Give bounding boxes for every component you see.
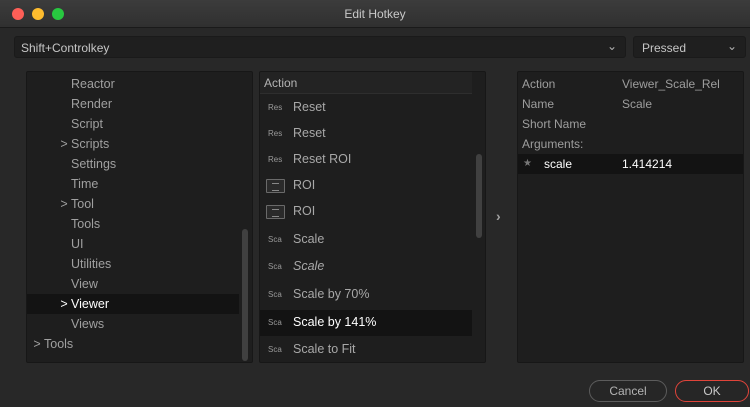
detail-key: Short Name bbox=[522, 117, 587, 131]
tree-item-label: Tool bbox=[71, 197, 94, 211]
cancel-button[interactable]: Cancel bbox=[589, 380, 667, 402]
category-tree: Reactor Render Script > Scripts Settings… bbox=[26, 71, 253, 363]
tree-item-views[interactable]: Views bbox=[27, 314, 239, 334]
tree-item-label: Render bbox=[71, 97, 112, 111]
tree-item-tools-group[interactable]: > Tools bbox=[27, 334, 239, 354]
action-label: Reset ROI bbox=[293, 152, 352, 166]
tree-item-label: Utilities bbox=[71, 257, 112, 271]
action-row[interactable]: Sca Scale by 70% bbox=[260, 282, 472, 308]
action-label: ROI bbox=[293, 178, 316, 192]
detail-key: Action bbox=[522, 77, 556, 91]
action-row[interactable]: Sca Scale by 141% bbox=[260, 310, 472, 336]
trigger-mode-value: Pressed bbox=[642, 41, 687, 55]
action-details: Action Viewer_Scale_Rel Name Scale Short… bbox=[517, 71, 744, 363]
action-label: ROI bbox=[293, 204, 316, 218]
tree-item-label: Tools bbox=[44, 337, 74, 351]
action-prefix: Sca bbox=[268, 318, 282, 327]
tree-item-label: Views bbox=[71, 317, 105, 331]
action-list: Action Res Reset Res Reset Res Reset ROI… bbox=[259, 71, 486, 363]
tree-item-utilities[interactable]: Utilities bbox=[27, 254, 239, 274]
chevron-down-icon: ⌄ bbox=[726, 39, 737, 53]
chevron-down-icon[interactable]: ⌄ bbox=[607, 39, 617, 53]
action-row[interactable]: Sca Scale bbox=[260, 254, 472, 280]
action-row[interactable]: Sca Scale to Fit bbox=[260, 337, 472, 362]
action-label: Scale bbox=[293, 232, 325, 246]
tree-item-label: View bbox=[71, 277, 98, 291]
chevron-right-icon[interactable]: › bbox=[496, 208, 501, 224]
trigger-mode-select[interactable]: Pressed ⌄ bbox=[633, 36, 746, 58]
expand-icon[interactable]: > bbox=[30, 334, 44, 354]
action-prefix: Res bbox=[268, 103, 283, 112]
action-label: Scale to Fit bbox=[293, 342, 356, 356]
expand-icon[interactable]: > bbox=[57, 194, 71, 214]
action-label: Reset bbox=[293, 100, 326, 114]
tree-item-view[interactable]: View bbox=[27, 274, 239, 294]
tree-item-label: Time bbox=[71, 177, 99, 191]
detail-arguments: Arguments: bbox=[518, 134, 743, 154]
tree-item-settings[interactable]: Settings bbox=[27, 154, 239, 174]
tree-item-scripts[interactable]: > Scripts bbox=[27, 134, 239, 154]
hotkey-field[interactable]: Shift+Controlkey ⌄ bbox=[14, 36, 626, 58]
tree-item-tool[interactable]: > Tool bbox=[27, 194, 239, 214]
argument-name: scale bbox=[544, 157, 573, 171]
action-label: Scale by 70% bbox=[293, 287, 370, 301]
expand-icon[interactable]: > bbox=[57, 134, 71, 154]
action-row[interactable]: Res Reset ROI bbox=[260, 147, 472, 173]
expand-icon[interactable]: > bbox=[57, 294, 71, 314]
tree-item-label: Script bbox=[71, 117, 103, 131]
detail-short-name: Short Name bbox=[518, 114, 743, 134]
action-row[interactable]: Res Reset bbox=[260, 95, 472, 121]
tree-item-ui[interactable]: UI bbox=[27, 234, 239, 254]
detail-key: Arguments: bbox=[522, 137, 584, 151]
tree-item-label: Viewer bbox=[71, 297, 109, 311]
action-prefix: Sca bbox=[268, 345, 282, 354]
action-row[interactable]: ROI bbox=[260, 173, 472, 199]
action-prefix: Res bbox=[268, 129, 283, 138]
window-title: Edit Hotkey bbox=[344, 7, 406, 21]
tree-scrollbar[interactable] bbox=[242, 229, 248, 361]
detail-value: Scale bbox=[622, 97, 653, 111]
tree-item-label: Scripts bbox=[71, 137, 110, 151]
action-label: Reset bbox=[293, 126, 326, 140]
tree-item-tools[interactable]: Tools bbox=[27, 214, 239, 234]
ok-button[interactable]: OK bbox=[675, 380, 749, 402]
detail-key: Name bbox=[522, 97, 555, 111]
detail-value: Viewer_Scale_Rel bbox=[622, 77, 720, 91]
action-row[interactable]: ROI bbox=[260, 199, 472, 225]
tree-item-viewer[interactable]: > Viewer bbox=[27, 294, 239, 314]
action-row[interactable]: Res Reset bbox=[260, 121, 472, 147]
star-icon: ★ bbox=[523, 158, 532, 169]
tree-item-script[interactable]: Script bbox=[27, 114, 239, 134]
action-prefix: Sca bbox=[268, 262, 282, 271]
action-prefix: Sca bbox=[268, 290, 282, 299]
action-prefix: Sca bbox=[268, 235, 282, 244]
action-label: Scale bbox=[293, 259, 325, 273]
action-prefix: Res bbox=[268, 155, 283, 164]
roi-icon bbox=[266, 205, 285, 219]
hotkey-value: Shift+Controlkey bbox=[21, 41, 110, 55]
argument-value[interactable]: 1.414214 bbox=[622, 154, 672, 174]
tree-item-time[interactable]: Time bbox=[27, 174, 239, 194]
tree-item-label: Tools bbox=[71, 217, 101, 231]
tree-item-label: UI bbox=[71, 237, 84, 251]
action-column-header[interactable]: Action bbox=[260, 72, 472, 94]
action-scrollbar[interactable] bbox=[476, 154, 482, 238]
tree-item-label: Reactor bbox=[71, 77, 115, 91]
detail-action: Action Viewer_Scale_Rel bbox=[518, 74, 743, 94]
action-row[interactable]: Sca Scale bbox=[260, 227, 472, 253]
detail-name: Name Scale bbox=[518, 94, 743, 114]
roi-icon bbox=[266, 179, 285, 193]
tree-item-reactor[interactable]: Reactor bbox=[27, 74, 239, 94]
argument-row[interactable]: ★ scale 1.414214 bbox=[518, 154, 743, 174]
tree-item-render[interactable]: Render bbox=[27, 94, 239, 114]
action-label: Scale by 141% bbox=[293, 315, 377, 329]
title-bar: Edit Hotkey bbox=[0, 0, 750, 28]
tree-item-label: Settings bbox=[71, 157, 117, 171]
